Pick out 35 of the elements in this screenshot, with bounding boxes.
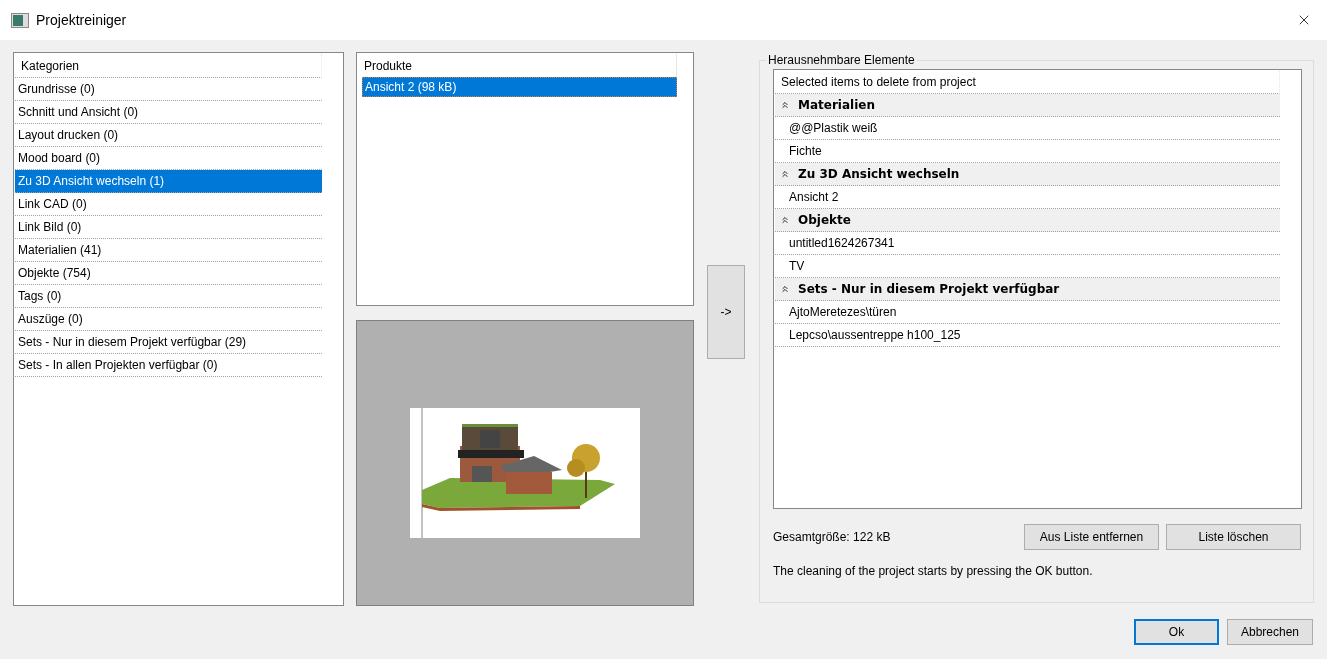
list-item[interactable]: Link Bild (0) bbox=[15, 216, 322, 239]
list-item[interactable]: Materialien (41) bbox=[15, 239, 322, 262]
collapse-icon bbox=[780, 169, 790, 179]
list-item[interactable]: Zu 3D Ansicht wechseln (1) bbox=[15, 170, 322, 193]
group-header[interactable]: Zu 3D Ansicht wechseln bbox=[775, 163, 1280, 186]
list-item[interactable]: Schnitt und Ansicht (0) bbox=[15, 101, 322, 124]
column-header: Kategorien bbox=[15, 54, 322, 78]
list-item[interactable]: Layout drucken (0) bbox=[15, 124, 322, 147]
dialog-button[interactable]: Abbrechen bbox=[1227, 619, 1313, 645]
action-button[interactable]: Aus Liste entfernen bbox=[1024, 524, 1159, 550]
dialog-button[interactable]: Ok bbox=[1134, 619, 1219, 645]
info-text: The cleaning of the project starts by pressing the OK button. bbox=[773, 563, 1094, 580]
group-header[interactable]: Objekte bbox=[775, 209, 1280, 232]
list-item[interactable]: Lepcso\aussentreppe h100_125 bbox=[775, 324, 1280, 347]
list-item[interactable]: Sets - Nur in diesem Projekt verfügbar (29) bbox=[15, 331, 322, 354]
transfer-button[interactable]: -> bbox=[707, 265, 745, 359]
action-button[interactable]: Liste löschen bbox=[1166, 524, 1301, 550]
group-header[interactable]: Sets - Nur in diesem Projekt verfügbar bbox=[775, 278, 1280, 301]
group-header[interactable]: Materialien bbox=[775, 94, 1280, 117]
list-item[interactable]: Sets - In allen Projekten verfügbar (0) bbox=[15, 354, 322, 377]
list-item[interactable]: Link CAD (0) bbox=[15, 193, 322, 216]
list-item[interactable]: Tags (0) bbox=[15, 285, 322, 308]
list-item[interactable]: Auszüge (0) bbox=[15, 308, 322, 331]
list-item[interactable]: Grundrisse (0) bbox=[15, 78, 322, 101]
app-icon bbox=[11, 12, 29, 28]
window-title: Projektreiniger bbox=[36, 10, 127, 30]
list-item[interactable]: Ansicht 2 (98 kB) bbox=[362, 77, 677, 97]
list-item[interactable]: AjtoMeretezes\türen bbox=[775, 301, 1280, 324]
total-size-label: Gesamtgröße: 122 kB bbox=[773, 529, 891, 546]
list-item[interactable]: untitled1624267341 bbox=[775, 232, 1280, 255]
list-item[interactable]: Objekte (754) bbox=[15, 262, 322, 285]
collapse-icon bbox=[780, 215, 790, 225]
list-item[interactable]: @@Plastik weiß bbox=[775, 117, 1280, 140]
collapse-icon bbox=[780, 100, 790, 110]
collapse-icon bbox=[780, 284, 790, 294]
